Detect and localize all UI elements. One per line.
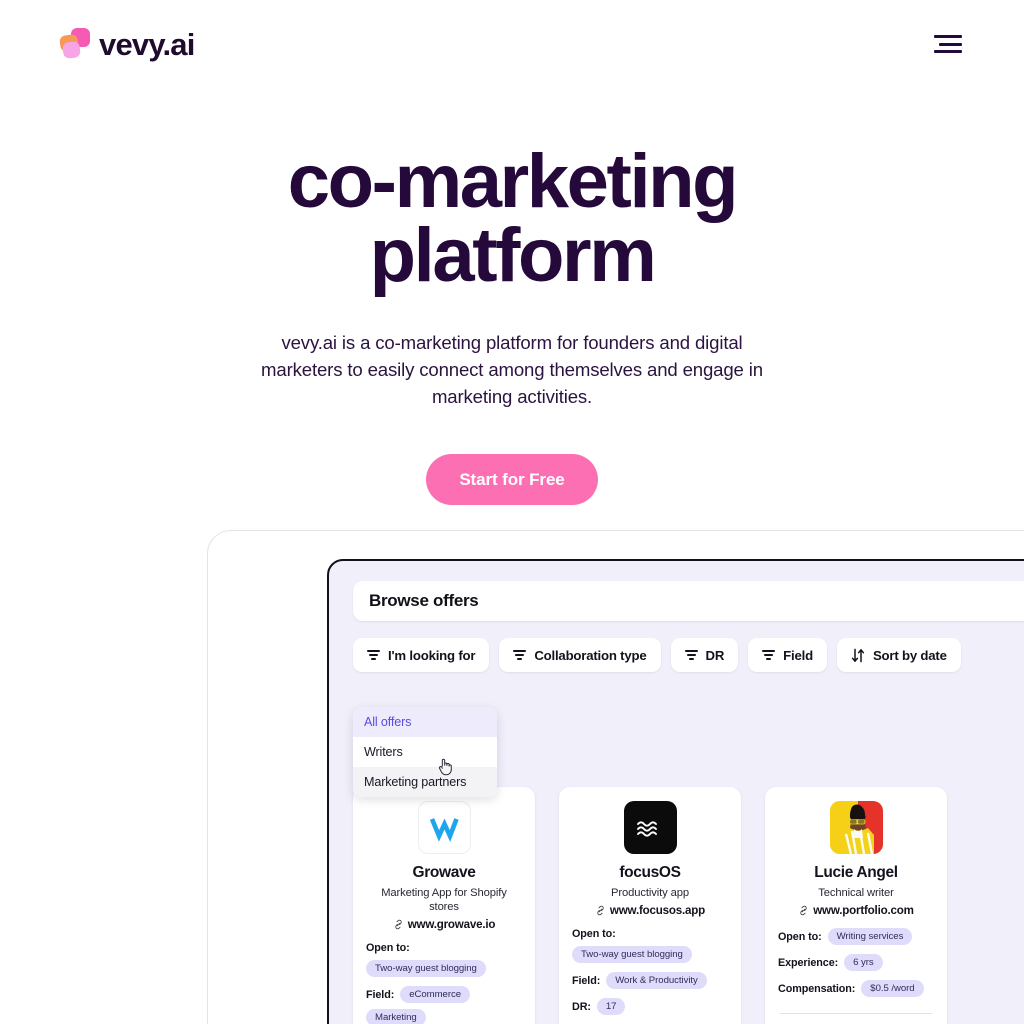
offer-card-lucie-angel[interactable]: Lucie Angel Technical writer www.portfol… <box>765 787 947 1024</box>
meta-tag: Marketing <box>366 1009 426 1024</box>
offer-role: Marketing App for Shopify stores <box>381 887 507 913</box>
filter-chip-label: I'm looking for <box>388 647 476 663</box>
meta-row-open-to: Open to: Two-way guest blogging <box>572 928 728 963</box>
app-preview-device: Browse offers I'm looking for Collaborat… <box>327 559 1024 1024</box>
meta-tag: $0.5 /word <box>861 980 924 997</box>
meta-label: Field: <box>366 988 395 1001</box>
page-title-line-2: platform <box>369 213 657 298</box>
meta-label: DR: <box>572 1000 591 1013</box>
filter-chip-collaboration-type[interactable]: Collaboration type <box>499 638 661 672</box>
filter-chip-label: Field <box>783 647 813 663</box>
offer-website[interactable]: www.focusos.app <box>595 904 705 917</box>
filter-chip-row: I'm looking for Collaboration type DR Fi… <box>353 638 1024 672</box>
hero-subtitle: vevy.ai is a co-marketing platform for f… <box>261 332 763 407</box>
cta-container: Start for Free <box>0 454 1024 505</box>
site-header: vevy.ai <box>0 0 1024 88</box>
sort-chip-label: Sort by date <box>872 647 947 663</box>
meta-tag: eCommerce <box>400 986 470 1003</box>
hero-section: co-marketing platform vevy.ai is a co-ma… <box>0 88 1024 505</box>
meta-row-field: Field: eCommerce Marketing <box>366 986 522 1024</box>
meta-tag: Two-way guest blogging <box>366 960 486 977</box>
meta-label: Field: <box>572 974 601 987</box>
filter-chip-label: Collaboration type <box>534 647 647 663</box>
offer-card-growave[interactable]: Growave Marketing App for Shopify stores… <box>353 787 535 1024</box>
offer-meta: Open to: Two-way guest blogging Field: W… <box>572 928 728 1015</box>
offer-website-label: www.focusos.app <box>609 904 706 917</box>
meta-tag: Writing services <box>827 928 913 945</box>
browse-offers-title: Browse offers <box>369 591 479 610</box>
meta-label: Open to: <box>366 942 410 954</box>
looking-for-dropdown-menu: All offers Writers Marketing partners <box>353 707 497 797</box>
meta-row-dr: DR: 17 <box>572 998 728 1015</box>
card-divider <box>780 1013 932 1014</box>
start-for-free-button[interactable]: Start for Free <box>426 454 598 505</box>
meta-row-experience: Experience: 6 yrs <box>778 954 934 971</box>
filter-icon <box>684 650 698 660</box>
brand-name: vevy.ai <box>99 26 195 62</box>
dropdown-option-writers[interactable]: Writers <box>353 737 497 767</box>
offer-meta: Open to: Writing services Experience: 6 … <box>778 928 934 997</box>
offer-role: Productivity app <box>611 887 689 899</box>
meta-label: Open to: <box>572 928 616 940</box>
meta-tag: 6 yrs <box>844 954 883 971</box>
meta-tag: Work & Productivity <box>606 972 707 989</box>
meta-row-field: Field: Work & Productivity <box>572 972 728 989</box>
vevy-logo-icon <box>58 28 90 60</box>
sort-by-date-chip[interactable]: Sort by date <box>836 638 961 672</box>
meta-row-open-to: Open to: Writing services <box>778 928 934 945</box>
offer-meta: Open to: Two-way guest blogging Field: e… <box>366 942 522 1024</box>
hamburger-menu-icon[interactable] <box>932 33 962 55</box>
meta-label: Experience: <box>778 956 839 969</box>
meta-label: Compensation: <box>778 982 856 995</box>
filter-icon <box>513 650 527 660</box>
filter-chip-field[interactable]: Field <box>748 638 827 672</box>
meta-row-compensation: Compensation: $0.5 /word <box>778 980 934 997</box>
sort-icon <box>851 648 865 663</box>
filter-icon <box>367 650 380 660</box>
offer-card-list: Growave Marketing App for Shopify stores… <box>353 787 947 1024</box>
dropdown-option-marketing-partners[interactable]: Marketing partners <box>353 767 497 797</box>
offer-name: Lucie Angel <box>814 864 898 881</box>
meta-label: Open to: <box>778 930 822 943</box>
page-title-line-1: co-marketing <box>287 139 739 224</box>
lucie-angel-avatar <box>829 801 883 854</box>
link-icon <box>595 905 606 916</box>
filter-icon <box>762 650 776 660</box>
offer-website-label: www.portfolio.com <box>813 904 914 917</box>
meta-tag: 17 <box>596 998 626 1015</box>
app-preview-outer-frame: Browse offers I'm looking for Collaborat… <box>207 530 1024 1024</box>
dropdown-option-all-offers[interactable]: All offers <box>353 707 497 737</box>
meta-row-open-to: Open to: Two-way guest blogging <box>366 942 522 977</box>
offer-role: Technical writer <box>818 887 894 899</box>
offer-website-label: www.growave.io <box>407 918 496 931</box>
brand-logo[interactable]: vevy.ai <box>58 26 195 62</box>
browse-offers-header: Browse offers <box>353 581 1024 621</box>
filter-chip-label: DR <box>705 647 725 663</box>
offer-name: Growave <box>412 864 476 881</box>
meta-tag: Two-way guest blogging <box>572 946 692 963</box>
link-icon <box>798 905 809 916</box>
offer-website[interactable]: www.growave.io <box>393 918 496 931</box>
page-title: co-marketing platform <box>122 144 902 294</box>
offer-website[interactable]: www.portfolio.com <box>798 904 914 917</box>
offer-name: focusOS <box>619 864 681 881</box>
filter-chip-dr[interactable]: DR <box>670 638 739 672</box>
offer-card-focusos[interactable]: focusOS Productivity app www.focusos.app… <box>559 787 741 1024</box>
filter-chip-im-looking-for[interactable]: I'm looking for <box>353 638 490 672</box>
growave-logo-icon <box>417 801 471 854</box>
link-icon <box>393 919 404 930</box>
focusos-logo-icon <box>623 801 677 854</box>
